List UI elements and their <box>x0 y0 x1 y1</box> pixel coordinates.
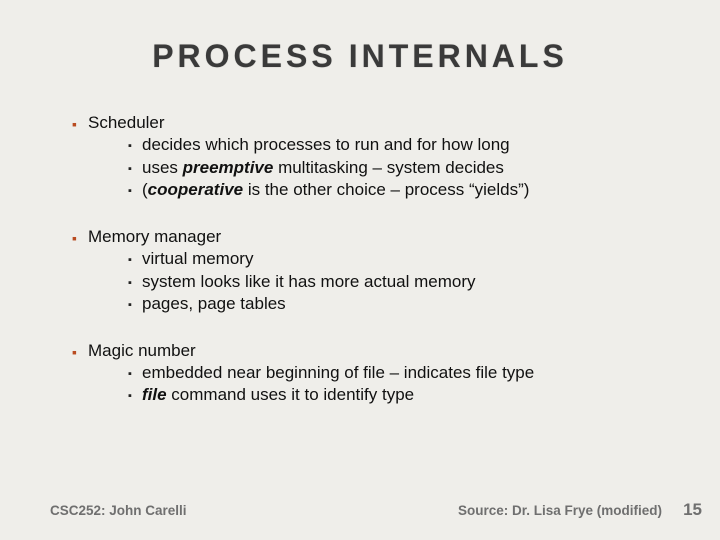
square-bullet-icon: ▪ <box>72 226 88 247</box>
section: ▪Scheduler▪decides which processes to ru… <box>72 112 660 202</box>
section-heading-row: ▪Scheduler <box>72 112 660 134</box>
list-item: ▪uses preemptive multitasking – system d… <box>128 157 660 179</box>
list-item: ▪embedded near beginning of file – indic… <box>128 362 660 384</box>
list-item-row: ▪decides which processes to run and for … <box>128 134 660 156</box>
square-bullet-icon: ▪ <box>128 248 142 268</box>
list-item: ▪system looks like it has more actual me… <box>128 271 660 293</box>
list-item: ▪pages, page tables <box>128 293 660 315</box>
square-bullet-icon: ▪ <box>128 179 142 199</box>
square-bullet-icon: ▪ <box>128 293 142 313</box>
list-item: ▪virtual memory <box>128 248 660 270</box>
list-item-row: ▪virtual memory <box>128 248 660 270</box>
page-number: 15 <box>683 500 702 520</box>
section-heading-row: ▪Magic number <box>72 340 660 362</box>
list-item: ▪(cooperative is the other choice – proc… <box>128 179 660 201</box>
list-item-row: ▪pages, page tables <box>128 293 660 315</box>
list-item-text: embedded near beginning of file – indica… <box>142 362 660 384</box>
list-item-row: ▪(cooperative is the other choice – proc… <box>128 179 660 201</box>
slide-title: PROCESS INTERNALS <box>0 38 720 75</box>
footer-right: Source: Dr. Lisa Frye (modified) <box>458 503 662 518</box>
list-item-row: ▪system looks like it has more actual me… <box>128 271 660 293</box>
list-item: ▪file command uses it to identify type <box>128 384 660 406</box>
square-bullet-icon: ▪ <box>128 157 142 177</box>
square-bullet-icon: ▪ <box>128 362 142 382</box>
square-bullet-icon: ▪ <box>72 340 88 361</box>
square-bullet-icon: ▪ <box>128 271 142 291</box>
list-item-text: (cooperative is the other choice – proce… <box>142 179 660 201</box>
list-item-row: ▪file command uses it to identify type <box>128 384 660 406</box>
square-bullet-icon: ▪ <box>128 384 142 404</box>
footer-left: CSC252: John Carelli <box>50 503 187 518</box>
list-item-text: uses preemptive multitasking – system de… <box>142 157 660 179</box>
title-word-2: INTERNALS <box>349 38 568 74</box>
section-heading-row: ▪Memory manager <box>72 226 660 248</box>
list-item-text: file command uses it to identify type <box>142 384 660 406</box>
section: ▪Magic number▪embedded near beginning of… <box>72 340 660 407</box>
slide: PROCESSINTERNALS ▪Scheduler▪decides whic… <box>0 0 720 540</box>
title-word-1: PROCESS <box>152 38 336 74</box>
list-item-text: system looks like it has more actual mem… <box>142 271 660 293</box>
list-item-text: pages, page tables <box>142 293 660 315</box>
list-item-text: virtual memory <box>142 248 660 270</box>
list-item-row: ▪embedded near beginning of file – indic… <box>128 362 660 384</box>
list-item: ▪decides which processes to run and for … <box>128 134 660 156</box>
square-bullet-icon: ▪ <box>128 134 142 154</box>
list-item-text: decides which processes to run and for h… <box>142 134 660 156</box>
slide-content: ▪Scheduler▪decides which processes to ru… <box>72 112 660 431</box>
square-bullet-icon: ▪ <box>72 112 88 133</box>
section-heading: Memory manager <box>88 226 660 248</box>
section: ▪Memory manager▪virtual memory▪system lo… <box>72 226 660 316</box>
list-item-row: ▪uses preemptive multitasking – system d… <box>128 157 660 179</box>
section-heading: Magic number <box>88 340 660 362</box>
section-heading: Scheduler <box>88 112 660 134</box>
